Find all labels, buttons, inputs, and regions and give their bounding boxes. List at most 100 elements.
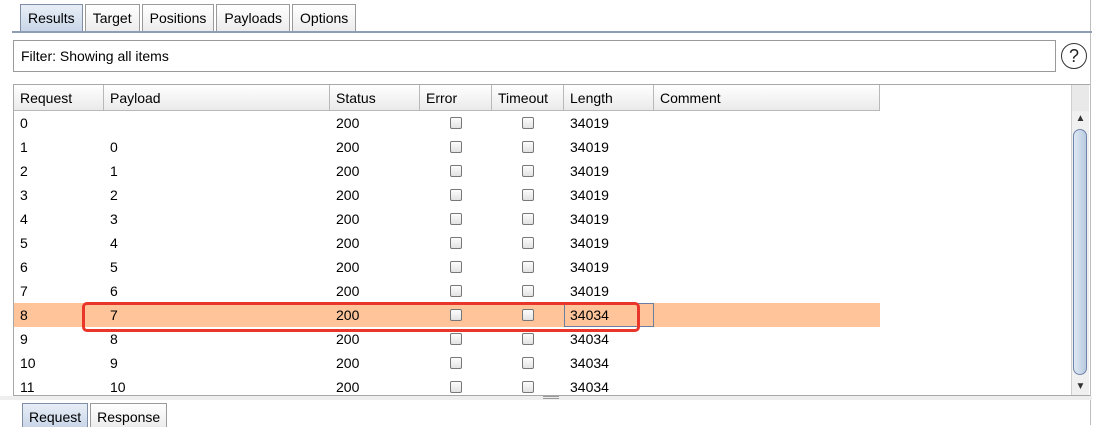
error-checkbox[interactable] — [450, 213, 462, 225]
request-cell: 8 — [20, 307, 28, 323]
filter-bar[interactable]: Filter: Showing all items — [13, 40, 1056, 72]
vertical-scrollbar[interactable]: ▲ ▼ — [1071, 111, 1089, 395]
error-checkbox[interactable] — [450, 309, 462, 321]
table-row[interactable]: 7 6 200 34019 — [14, 279, 880, 303]
timeout-checkbox[interactable] — [522, 285, 534, 297]
table-row[interactable]: 11 10 200 34034 — [14, 375, 880, 395]
timeout-checkbox[interactable] — [522, 141, 534, 153]
column-header-length[interactable]: Length — [564, 85, 654, 111]
error-checkbox[interactable] — [450, 237, 462, 249]
timeout-cell — [492, 255, 564, 279]
timeout-checkbox[interactable] — [522, 165, 534, 177]
comment-cell — [654, 159, 880, 183]
status-cell: 200 — [336, 283, 360, 299]
timeout-checkbox[interactable] — [522, 333, 534, 345]
comment-cell — [654, 375, 880, 395]
comment-cell — [654, 255, 880, 279]
table-header: Request Payload Status Error Timeout Len… — [14, 85, 880, 111]
request-cell: 7 — [20, 283, 28, 299]
timeout-cell — [492, 327, 564, 351]
error-checkbox[interactable] — [450, 117, 462, 129]
comment-cell — [654, 231, 880, 255]
error-checkbox[interactable] — [450, 333, 462, 345]
column-header-timeout[interactable]: Timeout — [492, 85, 564, 111]
tab-positions[interactable]: Positions — [141, 4, 215, 31]
column-header-error[interactable]: Error — [420, 85, 492, 111]
error-checkbox[interactable] — [450, 285, 462, 297]
payload-cell: 6 — [110, 283, 118, 299]
error-checkbox[interactable] — [450, 141, 462, 153]
tab-payloads[interactable]: Payloads — [216, 4, 291, 31]
length-cell: 34019 — [570, 187, 609, 203]
scroll-down-icon[interactable]: ▼ — [1072, 379, 1089, 395]
tab-request[interactable]: Request — [22, 403, 89, 427]
status-cell: 200 — [336, 139, 360, 155]
table-row[interactable]: 4 3 200 34019 — [14, 207, 880, 231]
error-checkbox[interactable] — [450, 357, 462, 369]
error-cell — [420, 183, 492, 207]
column-header-comment[interactable]: Comment — [654, 85, 880, 111]
timeout-checkbox[interactable] — [522, 381, 534, 393]
divider-grip-icon[interactable] — [543, 396, 559, 399]
error-cell — [420, 255, 492, 279]
column-header-payload[interactable]: Payload — [104, 85, 330, 111]
scroll-up-icon[interactable]: ▲ — [1072, 111, 1089, 127]
timeout-checkbox[interactable] — [522, 261, 534, 273]
tab-results[interactable]: Results — [20, 4, 83, 31]
length-cell: 34019 — [570, 283, 609, 299]
status-cell: 200 — [336, 211, 360, 227]
payload-cell: 2 — [110, 187, 118, 203]
tab-target[interactable]: Target — [84, 4, 140, 31]
error-checkbox[interactable] — [450, 189, 462, 201]
table-row[interactable]: 0 200 34019 — [14, 111, 880, 135]
table-row[interactable]: 6 5 200 34019 — [14, 255, 880, 279]
results-table: Request Payload Status Error Timeout Len… — [13, 84, 1090, 396]
comment-cell — [654, 351, 880, 375]
tab-response[interactable]: Response — [90, 403, 168, 427]
status-cell: 200 — [336, 259, 360, 275]
scrollbar-thumb[interactable] — [1073, 129, 1087, 375]
payload-cell: 8 — [110, 331, 118, 347]
table-row[interactable]: 10 9 200 34034 — [14, 351, 880, 375]
payload-cell: 10 — [110, 379, 126, 395]
column-header-request[interactable]: Request — [14, 85, 104, 111]
table-row[interactable]: 9 8 200 34034 — [14, 327, 880, 351]
comment-cell — [654, 207, 880, 231]
error-checkbox[interactable] — [450, 165, 462, 177]
request-cell: 6 — [20, 259, 28, 275]
timeout-checkbox[interactable] — [522, 117, 534, 129]
timeout-cell — [492, 159, 564, 183]
table-row[interactable]: 3 2 200 34019 — [14, 183, 880, 207]
comment-cell — [654, 135, 880, 159]
status-cell: 200 — [336, 187, 360, 203]
tab-underline — [12, 31, 1092, 33]
table-row[interactable]: 5 4 200 34019 — [14, 231, 880, 255]
payload-cell: 3 — [110, 211, 118, 227]
table-row[interactable]: 8 7 200 34034 — [14, 303, 880, 327]
request-cell: 4 — [20, 211, 28, 227]
status-cell: 200 — [336, 235, 360, 251]
timeout-cell — [492, 111, 564, 135]
request-cell: 10 — [20, 355, 36, 371]
comment-cell — [654, 183, 880, 207]
bottom-tab-bar: Request Response — [22, 403, 169, 427]
column-header-status[interactable]: Status — [330, 85, 420, 111]
length-cell: 34034 — [570, 331, 609, 347]
scrollbar-corner — [1071, 85, 1089, 111]
comment-cell — [654, 327, 880, 351]
help-icon[interactable]: ? — [1061, 43, 1087, 69]
error-cell — [420, 375, 492, 395]
length-cell: 34019 — [570, 211, 609, 227]
timeout-checkbox[interactable] — [522, 357, 534, 369]
timeout-checkbox[interactable] — [522, 189, 534, 201]
error-checkbox[interactable] — [450, 261, 462, 273]
table-row[interactable]: 1 0 200 34019 — [14, 135, 880, 159]
table-row[interactable]: 2 1 200 34019 — [14, 159, 880, 183]
tab-options[interactable]: Options — [292, 4, 357, 31]
timeout-checkbox[interactable] — [522, 237, 534, 249]
error-checkbox[interactable] — [450, 381, 462, 393]
timeout-cell — [492, 279, 564, 303]
timeout-checkbox[interactable] — [522, 309, 534, 321]
timeout-checkbox[interactable] — [522, 213, 534, 225]
window-edge — [1090, 0, 1091, 425]
